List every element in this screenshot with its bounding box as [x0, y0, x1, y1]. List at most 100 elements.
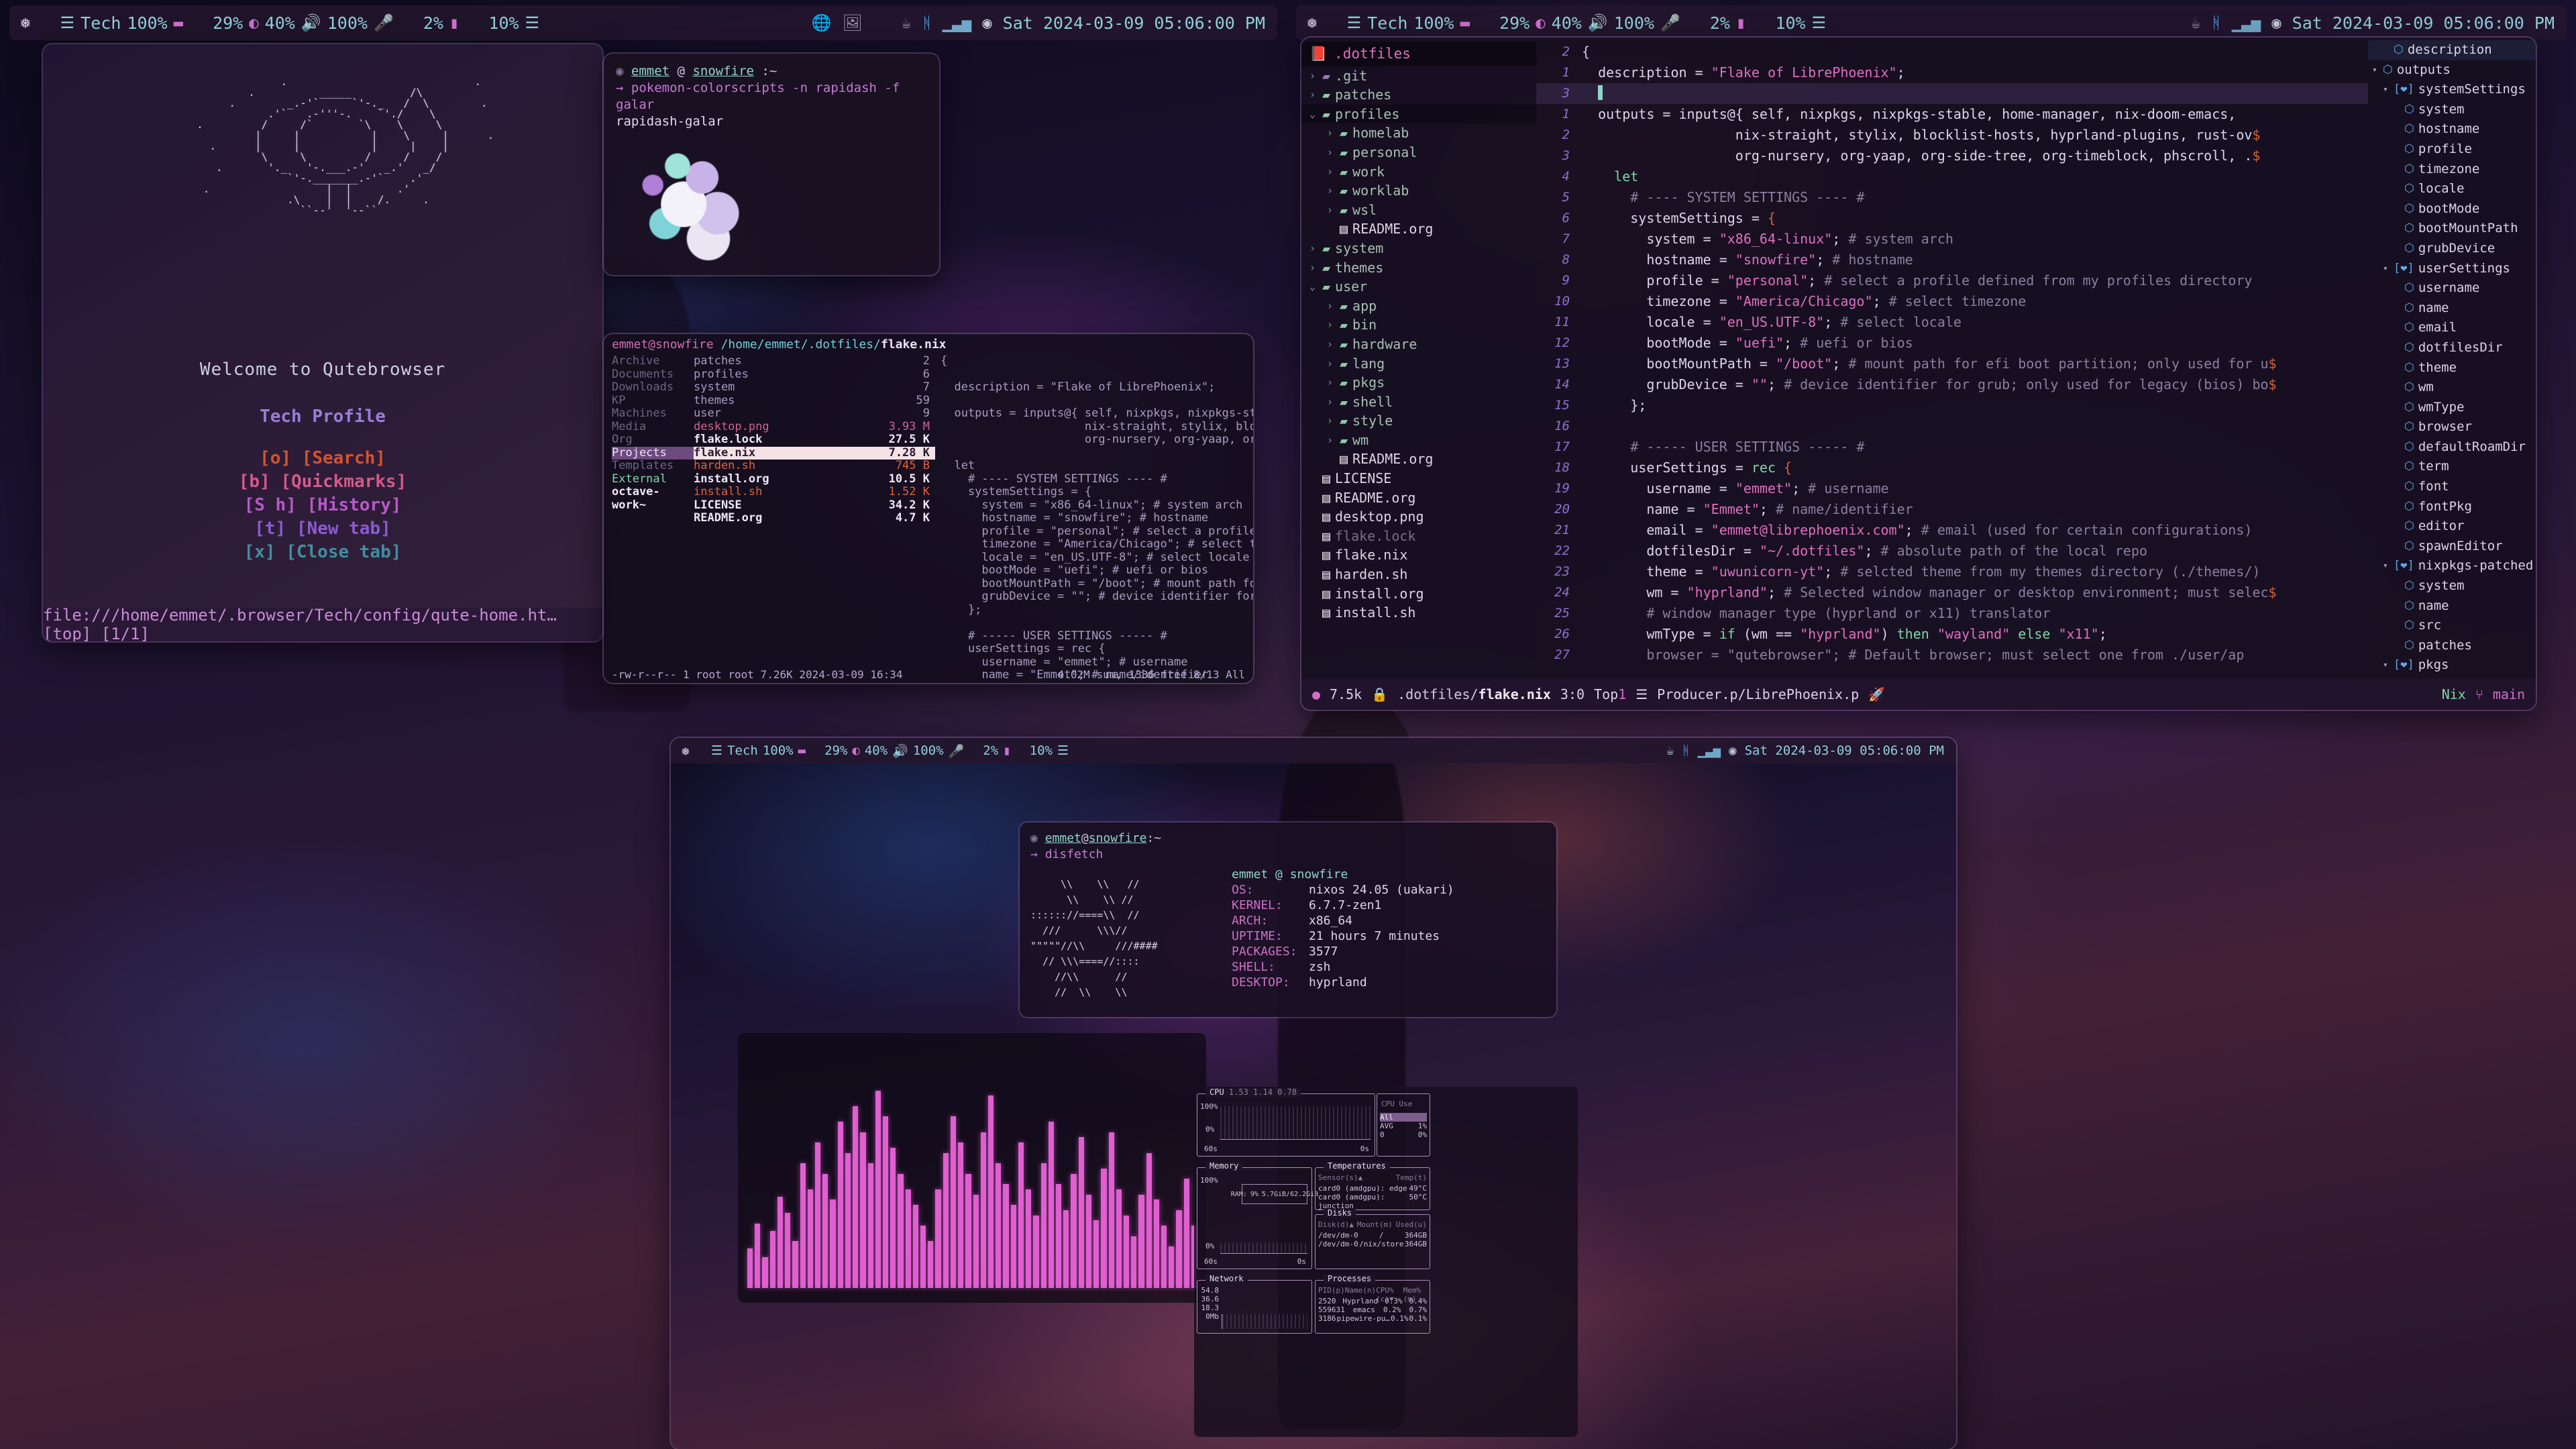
emacs-code-line[interactable]: 24 wm = "hyprland"; # Selected window ma… — [1536, 582, 2368, 603]
snowflake-icon[interactable]: ❅ — [682, 743, 690, 759]
emacs-tree-item[interactable]: › ▰ themes — [1301, 258, 1536, 278]
emacs-tree-item[interactable]: › ▰ wm — [1301, 431, 1536, 450]
emacs-outline-item[interactable]: ⬡ dotfilesDir — [2368, 338, 2536, 358]
emacs-outline-item[interactable]: ⬡ term — [2368, 457, 2536, 477]
emacs-outline-item[interactable]: ⬡ username — [2368, 278, 2536, 299]
emacs-tree-item[interactable]: ▤ flake.nix — [1301, 545, 1536, 565]
btop-temps-h2[interactable]: Temp(t) — [1396, 1173, 1427, 1182]
emacs-code-line[interactable]: 20 name = "Emmet"; # name/identifier — [1536, 499, 2368, 520]
ranger-file-manager-window[interactable]: emmet@snowfire /home/emmet/.dotfiles/fla… — [604, 334, 1253, 683]
signal-icon[interactable]: ▁▃▅ — [2232, 15, 2261, 31]
disc-icon[interactable]: ◉ — [982, 15, 991, 31]
chevron-right-icon[interactable]: › — [1327, 373, 1335, 392]
chevron-right-icon[interactable]: › — [1327, 162, 1335, 182]
chevron-right-icon[interactable]: › — [1309, 258, 1318, 278]
chevron-right-icon[interactable]: › — [1309, 85, 1318, 105]
chevron-right-icon[interactable]: › — [1327, 201, 1335, 220]
chevron-down-icon[interactable]: ⌄ — [1309, 105, 1318, 124]
emacs-tree-item[interactable]: › ▰ bin — [1301, 315, 1536, 335]
btop-cpu-use-panel[interactable]: CPU Use All AVG 1% 0 0% — [1377, 1093, 1430, 1157]
emacs-outline-item[interactable]: ⬡ defaultRoamDir — [2368, 437, 2536, 458]
emacs-tree-item[interactable]: › ▰ personal — [1301, 143, 1536, 162]
emacs-code-line[interactable]: 13 bootMountPath = "/boot"; # mount path… — [1536, 354, 2368, 374]
secondary-desktop-window[interactable]: ❅ ☰ Tech 100% ▬ 29% ◐ 40% 🔊 100% 🎤 2% ▮ … — [671, 738, 1956, 1449]
ranger-file-row[interactable]: themes 59 — [694, 394, 935, 408]
emacs-code-line[interactable]: 8 hostname = "snowfire"; # hostname — [1536, 250, 2368, 270]
ranger-file-row[interactable]: install.sh 1.52 K — [694, 485, 935, 499]
ranger-parent-item[interactable]: Templates — [612, 459, 694, 473]
emacs-outline-item[interactable]: ⬡ patches — [2368, 636, 2536, 656]
chevron-right-icon[interactable]: › — [1327, 297, 1335, 316]
ranger-parent-item[interactable]: octave-work~ — [612, 485, 694, 512]
emacs-file-tree[interactable]: 📕 .dotfiles › ▰ .git › ▰ patches ⌄ ▰ profiles › ▰ h… — [1301, 38, 1536, 710]
emacs-outline-item[interactable]: ⬡ profile — [2368, 140, 2536, 160]
emacs-tree-item[interactable]: ▤ README.org — [1301, 449, 1536, 469]
emacs-tree-item[interactable]: ⌄ ▰ user — [1301, 277, 1536, 297]
emacs-tree-item[interactable]: › ▰ .git — [1301, 66, 1536, 86]
emacs-outline-item[interactable]: ⬡ browser — [2368, 417, 2536, 437]
emacs-code-line[interactable]: 26 wmType = if (wm == "hyprland") then "… — [1536, 624, 2368, 645]
globe-icon[interactable]: 🌐 — [812, 15, 832, 31]
emacs-code-line[interactable]: 17 # ----- USER SETTINGS ----- # — [1536, 437, 2368, 458]
btop-memory-panel[interactable]: Memory 100% 0% 60s 0s RAM: 9% 5.7GiB/62.… — [1197, 1162, 1318, 1269]
qutebrowser-window[interactable]: . . . _____ /\ . _.-'` `'-._ / \ . .'` .… — [43, 44, 602, 641]
emacs-tree-item[interactable]: ▤ install.sh — [1301, 603, 1536, 623]
emacs-outline-item[interactable]: ⬡ system — [2368, 576, 2536, 596]
emacs-tree-item[interactable]: › ▰ work — [1301, 162, 1536, 182]
emacs-outline-item[interactable]: ⬡ bootMode — [2368, 199, 2536, 219]
emacs-code-line[interactable]: 1 outputs = inputs@{ self, nixpkgs, nixp… — [1536, 104, 2368, 125]
emacs-tree-item[interactable]: › ▰ worklab — [1301, 181, 1536, 201]
emacs-code-buffer[interactable]: 2{1 description = "Flake of LibrePhoenix… — [1536, 38, 2368, 679]
btop-process-row[interactable]: 2520 Hyprland 0.3% 0.4% — [1318, 1297, 1427, 1305]
emacs-outline-item[interactable]: ⬡ editor — [2368, 517, 2536, 537]
ranger-file-row[interactable]: README.org 4.7 K — [694, 511, 935, 525]
disc-icon[interactable]: ◉ — [1729, 743, 1736, 758]
emacs-code-line[interactable]: 19 username = "emmet"; # username — [1536, 478, 2368, 499]
ranger-file-row[interactable]: desktop.png 3.93 M — [694, 420, 935, 434]
stack-icon[interactable]: ☰ — [1347, 15, 1362, 31]
btop-disks-h2[interactable]: Mount(m) — [1357, 1220, 1393, 1229]
workspace-label[interactable]: Tech — [1367, 13, 1407, 33]
emacs-tree-item[interactable]: › ▰ homelab — [1301, 123, 1536, 143]
emacs-code-line[interactable]: 10 timezone = "America/Chicago"; # selec… — [1536, 291, 2368, 312]
workspace-label[interactable]: Tech — [727, 743, 758, 758]
emacs-outline-item[interactable]: ⬡ font — [2368, 477, 2536, 497]
emacs-code-line[interactable]: 2{ — [1536, 42, 2368, 62]
chevron-right-icon[interactable]: › — [1327, 431, 1335, 450]
stack-icon[interactable]: ☰ — [711, 743, 722, 758]
snowflake-icon[interactable]: ❅ — [1307, 14, 1318, 32]
emacs-code-line[interactable]: 1 description = "Flake of LibrePhoenix"; — [1536, 62, 2368, 83]
emacs-outline-item[interactable]: ▾ [❤] systemSettings — [2368, 80, 2536, 100]
chevron-right-icon[interactable]: › — [1327, 315, 1335, 335]
emacs-tree-item[interactable]: › ▰ system — [1301, 239, 1536, 258]
btop-processes-panel[interactable]: Processes PID(p) Name(n) CPU%(c)▼ Mem%(m… — [1315, 1275, 1430, 1334]
emacs-tree-item[interactable]: ⌄ ▰ profiles — [1301, 104, 1536, 124]
ranger-column-parent[interactable]: Archive Documents Downloads KP Machines Media… — [604, 354, 694, 683]
chevron-right-icon[interactable]: › — [1327, 181, 1335, 201]
btop-process-row[interactable]: 559631 emacs 0.2% 0.7% — [1318, 1305, 1427, 1314]
emacs-outline-item[interactable]: ⬡ fontPkg — [2368, 497, 2536, 517]
coffee-off-icon[interactable]: ☕ — [1666, 743, 1674, 758]
emacs-code-line[interactable]: 3 org-nursery, org-yaap, org-side-tree, … — [1536, 146, 2368, 166]
image-icon[interactable]: 🖼 — [843, 15, 863, 31]
emacs-tree-item[interactable]: › ▰ patches — [1301, 85, 1536, 105]
emacs-outline-item[interactable]: ⬡ wmType — [2368, 398, 2536, 418]
emacs-window[interactable]: 📕 .dotfiles › ▰ .git › ▰ patches ⌄ ▰ profiles › ▰ h… — [1301, 38, 2536, 710]
emacs-tree-item[interactable]: ▤ README.org — [1301, 219, 1536, 239]
btop-cpu-panel[interactable]: CPU 1.53 1.14 0.78 100% 0% 60s 0s — [1197, 1088, 1375, 1157]
chevron-right-icon[interactable]: › — [1309, 66, 1318, 86]
emacs-code-line[interactable]: 25 # window manager type (hyprland or x1… — [1536, 603, 2368, 624]
ranger-parent-item[interactable]: Org — [612, 433, 694, 447]
emacs-outline-item[interactable]: ⬡ src — [2368, 616, 2536, 636]
emacs-code-line[interactable]: 4 let — [1536, 166, 2368, 187]
emacs-tree-item[interactable]: › ▰ style — [1301, 411, 1536, 431]
btop-cpu-row[interactable]: All — [1380, 1113, 1427, 1122]
emacs-code-line[interactable]: 3 — [1536, 83, 2368, 104]
emacs-outline-item[interactable]: ▾ [❤] pkgs — [2368, 655, 2536, 676]
emacs-tree-item[interactable]: › ▰ lang — [1301, 354, 1536, 374]
qutebrowser-menu-item[interactable]: [t] [New tab] — [43, 517, 602, 541]
ranger-file-row[interactable]: LICENSE 34.2 K — [694, 498, 935, 513]
emacs-outline-item[interactable]: ⬡ name — [2368, 299, 2536, 319]
ranger-file-row[interactable]: install.org 10.5 K — [694, 472, 935, 486]
ranger-parent-item[interactable]: KP — [612, 394, 694, 408]
